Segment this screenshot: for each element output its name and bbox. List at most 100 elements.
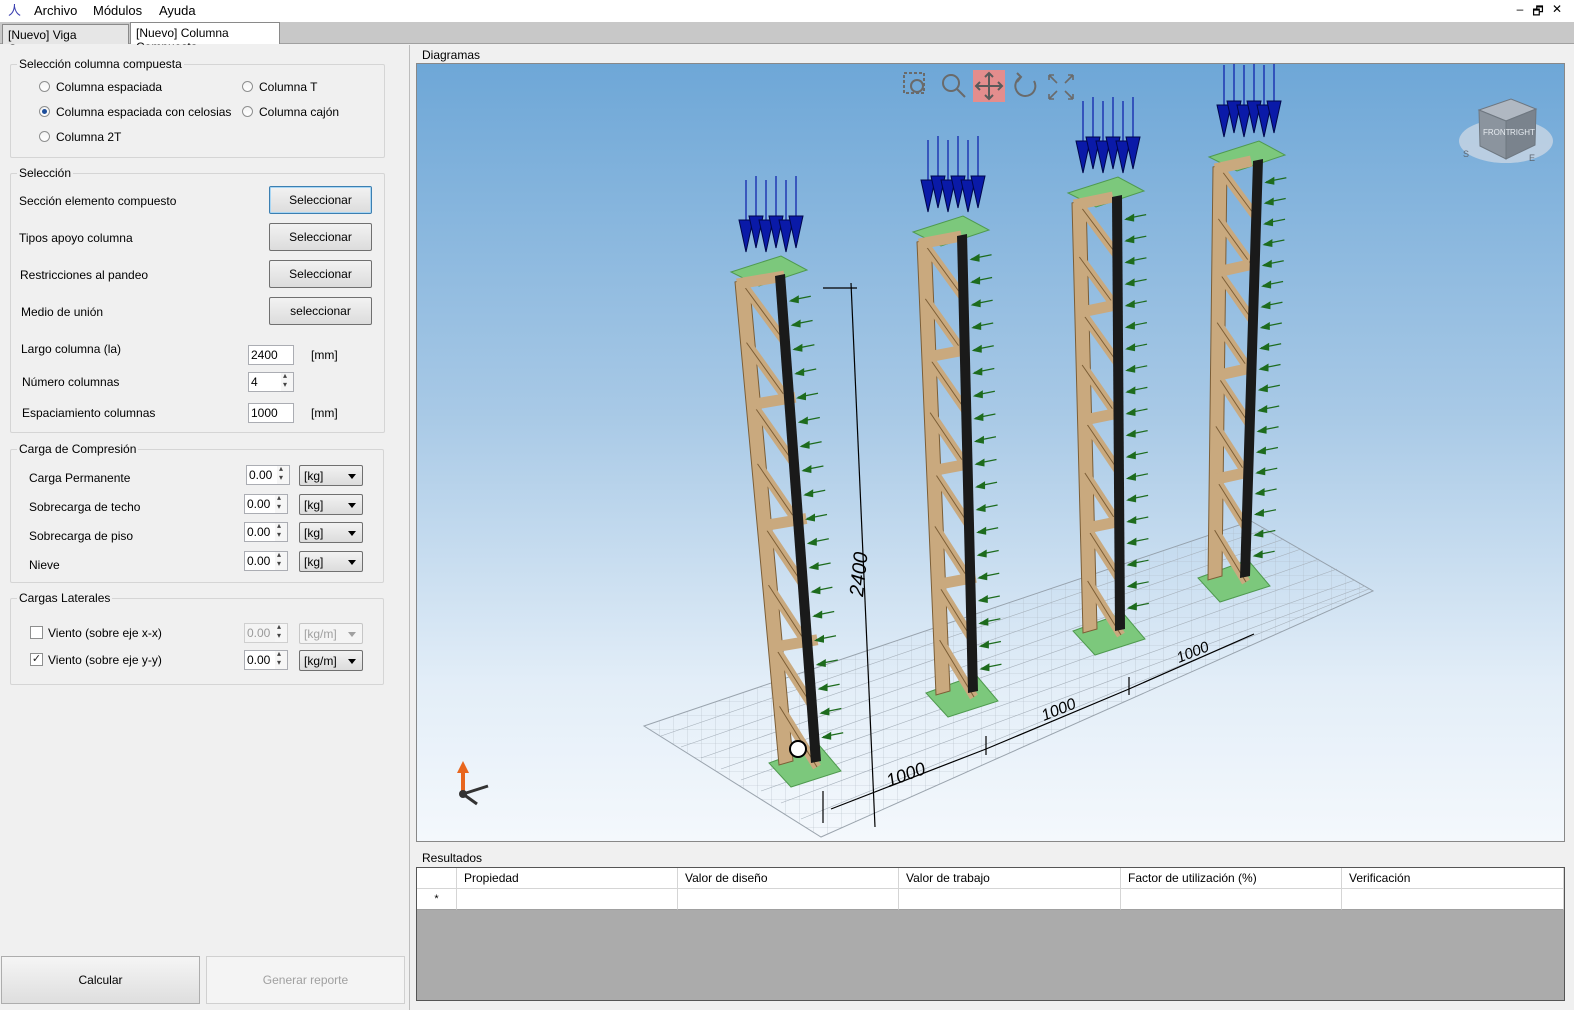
restore-icon[interactable]: 🗗: [1530, 2, 1546, 23]
cube-front-label: FRONT: [1483, 128, 1511, 137]
label-espaciamiento: Espaciamiento columnas: [22, 406, 156, 420]
lateral-load-arrowhead: [977, 595, 988, 603]
radio-columna-2t[interactable]: [39, 131, 50, 142]
lateral-load-arrowhead: [977, 572, 988, 581]
3d-viewport[interactable]: FRONT RIGHT S E 2400 1000 1000 1000: [416, 63, 1565, 842]
menu-bar: ⼈ Archivo Módulos Ayuda – 🗗 ✕: [0, 0, 1574, 22]
sobrecarga-techo-stepper[interactable]: [275, 493, 288, 514]
column-header-valor-diseno[interactable]: Valor de diseño: [678, 868, 899, 889]
label-seccion: Sección elemento compuesto: [19, 194, 177, 208]
lateral-load-arrowhead: [1125, 343, 1136, 352]
lateral-load-arrowhead: [803, 489, 814, 498]
sobrecarga-piso-stepper[interactable]: [275, 521, 288, 542]
view-cube[interactable]: FRONT RIGHT S E: [1459, 98, 1553, 163]
minimize-icon[interactable]: –: [1512, 2, 1528, 16]
results-grid[interactable]: Propiedad Valor de diseño Valor de traba…: [416, 867, 1565, 1001]
column-header-valor-trabajo[interactable]: Valor de trabajo: [899, 868, 1121, 889]
carga-permanente-stepper[interactable]: [277, 464, 290, 485]
viento-yy-input[interactable]: 0.00: [244, 650, 276, 670]
column-header-propiedad[interactable]: Propiedad: [457, 868, 678, 889]
viento-yy-stepper[interactable]: [275, 649, 288, 670]
close-icon[interactable]: ✕: [1549, 2, 1565, 16]
sobrecarga-techo-input[interactable]: 0.00: [244, 494, 276, 514]
cube-right-label: RIGHT: [1510, 128, 1535, 137]
nieve-stepper[interactable]: [275, 550, 288, 571]
lateral-load-arrowhead: [969, 253, 980, 262]
lateral-load-arrowhead: [1126, 537, 1137, 546]
viento-yy-checkbox[interactable]: ✓: [30, 653, 43, 666]
lateral-load-arrowhead: [975, 481, 986, 490]
label-apoyo: Tipos apoyo columna: [19, 231, 133, 245]
viento-xx-checkbox[interactable]: [30, 626, 43, 639]
column-header-factor-utilizacion[interactable]: Factor de utilización (%): [1121, 868, 1342, 889]
lateral-load-arrowhead: [1124, 278, 1135, 287]
compass-e-label: E: [1529, 153, 1535, 163]
radio-columna-espaciada[interactable]: [39, 81, 50, 92]
radio-columna-cajon[interactable]: [242, 106, 253, 117]
nieve-input[interactable]: 0.00: [244, 551, 276, 571]
generar-reporte-button[interactable]: Generar reporte: [206, 956, 405, 1004]
radio-label: Columna espaciada con celosias: [56, 105, 232, 119]
lateral-load-arrowhead: [1125, 364, 1136, 373]
viento-yy-unit-select[interactable]: [kg/m]: [299, 650, 363, 671]
radio-columna-celosias[interactable]: [39, 106, 50, 117]
numero-columnas-stepper[interactable]: [281, 371, 294, 392]
menu-modulos[interactable]: Módulos: [93, 3, 142, 18]
lateral-load-arrowhead: [1124, 256, 1135, 265]
resultados-title: Resultados: [422, 851, 483, 865]
lateral-load-arrowhead: [1257, 384, 1268, 393]
largo-input[interactable]: 2400: [248, 345, 294, 365]
group-title: Cargas Laterales: [17, 591, 113, 605]
table-cell[interactable]: [457, 889, 678, 910]
calcular-button[interactable]: Calcular: [1, 956, 200, 1004]
lateral-load-arrowhead: [971, 322, 982, 330]
sobrecarga-techo-unit-select[interactable]: [kg]: [299, 494, 363, 515]
numero-columnas-input[interactable]: 4: [248, 372, 282, 392]
espaciamiento-input[interactable]: 1000: [248, 403, 294, 423]
seleccionar-union-button[interactable]: seleccionar: [269, 297, 372, 325]
lateral-load-arrowhead: [810, 586, 821, 595]
seleccionar-seccion-button[interactable]: Seleccionar: [269, 186, 372, 214]
lateral-load-arrowhead: [1125, 408, 1136, 416]
lateral-load-arrowhead: [1261, 259, 1272, 268]
lateral-load-arrowhead: [794, 368, 805, 376]
viento-xx-stepper[interactable]: [275, 622, 288, 643]
rotate-icon[interactable]: [1014, 72, 1037, 97]
batten: [1210, 466, 1249, 486]
tab-viga-compuesta[interactable]: [Nuevo] Viga Compuesta: [2, 24, 129, 56]
carga-permanente-input[interactable]: 0.00: [246, 465, 278, 485]
lateral-load-arrowhead: [1125, 451, 1136, 460]
table-cell[interactable]: [1121, 889, 1342, 910]
menu-archivo[interactable]: Archivo: [34, 3, 77, 18]
sobrecarga-piso-input[interactable]: 0.00: [244, 522, 276, 542]
carga-permanente-unit-select[interactable]: [kg]: [299, 465, 363, 486]
zoom-icon[interactable]: [942, 74, 966, 98]
sobrecarga-piso-unit-select[interactable]: [kg]: [299, 522, 363, 543]
tab-columna-compuesta[interactable]: [Nuevo] Columna Compuesta: [130, 22, 280, 54]
pan-icon[interactable]: [973, 70, 1005, 102]
label-carga-permanente: Carga Permanente: [29, 471, 131, 485]
table-cell[interactable]: [899, 889, 1121, 910]
nieve-unit-select[interactable]: [kg]: [299, 551, 363, 572]
group-seleccion-columna: Selección columna compuesta Columna espa…: [10, 57, 385, 158]
dim-height-label: 2400: [846, 551, 873, 599]
column-header-verificacion[interactable]: Verificación: [1342, 868, 1564, 889]
seleccionar-apoyo-button[interactable]: Seleccionar: [269, 223, 372, 251]
lateral-load-arrowhead: [973, 435, 984, 444]
table-cell[interactable]: [678, 889, 899, 910]
fit-view-icon[interactable]: [1048, 74, 1074, 100]
viento-xx-input[interactable]: 0.00: [244, 623, 276, 643]
batten: [1075, 299, 1117, 319]
zoom-window-icon[interactable]: [903, 72, 925, 94]
table-cell[interactable]: [1342, 889, 1564, 910]
floor-grid: [642, 520, 1375, 838]
radio-columna-t[interactable]: [242, 81, 253, 92]
seleccionar-pandeo-button[interactable]: Seleccionar: [269, 260, 372, 288]
label-nieve: Nieve: [29, 558, 60, 572]
group-title: Carga de Compresión: [17, 442, 139, 456]
lateral-load-arrowhead: [971, 344, 982, 353]
viento-xx-unit-select[interactable]: [kg/m]: [299, 623, 363, 644]
menu-ayuda[interactable]: Ayuda: [159, 3, 196, 18]
label-pandeo: Restricciones al pandeo: [20, 268, 149, 282]
lateral-load-arrowhead: [976, 549, 987, 558]
